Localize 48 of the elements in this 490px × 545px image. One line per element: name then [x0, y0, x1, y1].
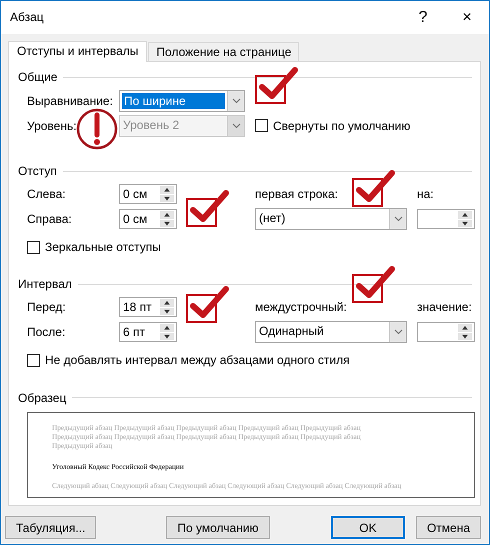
caret-icon [394, 216, 402, 222]
tab[interactable]: Отступы и интервалы [8, 41, 148, 62]
window-title: Абзац [10, 10, 45, 25]
field-label: После: [27, 325, 66, 340]
checkbox-label: Зеркальные отступы [45, 240, 161, 254]
checkmark-icon [253, 65, 299, 105]
button[interactable]: Табуляция... [5, 516, 96, 539]
checkbox-label: Свернуты по умолчанию [273, 118, 410, 134]
help-button[interactable]: ? [401, 1, 445, 34]
spin-field[interactable] [417, 322, 475, 342]
field-label: значение: [417, 300, 473, 315]
field-label: первая строка: [255, 186, 339, 202]
tab[interactable]: Положение на странице [148, 42, 300, 61]
checkbox[interactable] [27, 240, 40, 254]
checkbox-label: Не добавлять интервал между абзацами одного стиля [45, 353, 350, 368]
spin-field[interactable] [417, 209, 475, 229]
close-button[interactable]: × [445, 1, 489, 34]
caret-icon [232, 123, 240, 129]
field-label: Слева: [27, 186, 67, 202]
dropdown[interactable]: По ширине [119, 90, 245, 112]
field-label: Перед: [27, 300, 67, 315]
checkmark-icon [350, 264, 396, 304]
checkbox[interactable] [27, 354, 40, 368]
checkmark-icon [184, 284, 230, 324]
dropdown[interactable]: Одинарный [255, 321, 407, 344]
field-label: Выравнивание: [27, 94, 114, 108]
section-title: Отступ [18, 164, 57, 178]
spin-field[interactable]: 6 пт [119, 322, 177, 342]
button[interactable]: Отмена [416, 516, 481, 539]
caret-icon [232, 98, 240, 104]
section-title: Образец [18, 390, 66, 405]
dropdown[interactable]: (нет) [255, 208, 407, 230]
checkmark-icon [184, 188, 230, 228]
spin-field[interactable]: 0 см [119, 209, 177, 229]
button[interactable]: OK [330, 516, 405, 539]
caret-icon [394, 329, 402, 336]
section-title: Общие [18, 70, 58, 84]
field-label: на: [417, 186, 435, 202]
field-label: Справа: [27, 212, 73, 226]
spin-field[interactable]: 18 пт [119, 297, 177, 318]
field-label: Уровень: [27, 118, 78, 134]
exclamation-icon [76, 108, 118, 150]
checkmark-icon [350, 168, 396, 208]
field-label: междустрочный: [255, 300, 348, 315]
spin-field[interactable]: 0 см [119, 184, 177, 204]
section-title: Интервал [18, 277, 72, 292]
checkbox[interactable] [255, 119, 268, 132]
button[interactable]: По умолчанию [166, 516, 270, 539]
